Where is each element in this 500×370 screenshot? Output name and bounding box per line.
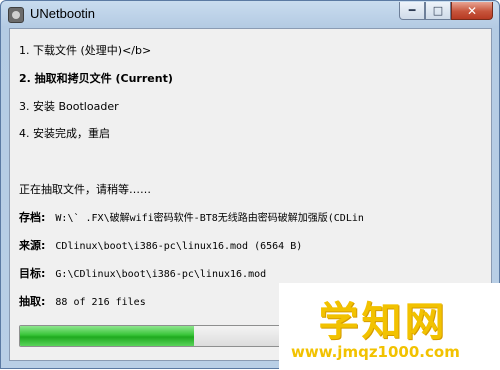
progress-fill — [20, 326, 194, 346]
maximize-button[interactable]: □ — [425, 2, 451, 20]
status-text: 正在抽取文件，请稍等…… — [19, 183, 151, 196]
step-install-bootloader: 3. 安装 Bootloader — [19, 100, 119, 113]
target-label: 目标: — [19, 267, 46, 280]
site-watermark: 学知网 www.jmqz1000.com — [279, 283, 500, 370]
watermark-logo-text: 学知网 — [318, 299, 448, 345]
unetbootin-app-icon — [8, 7, 24, 23]
archive-label: 存档: — [19, 211, 46, 224]
archive-value: W:\` .FX\破解wifi密码软件-BT8无线路由密码破解加强版(CDLin — [55, 213, 364, 224]
extract-label: 抽取: — [19, 295, 46, 308]
target-row: 目标: G:\CDlinux\boot\i386-pc\linux16.mod — [19, 265, 266, 281]
watermark-url: www.jmqz1000.com — [291, 343, 460, 361]
maximize-icon: □ — [432, 4, 444, 17]
close-button[interactable]: ✕ — [451, 2, 493, 20]
source-row: 来源: CDlinux\boot\i386-pc\linux16.mod (656… — [19, 237, 302, 253]
extract-count-row: 抽取: 88 of 216 files — [19, 293, 146, 309]
archive-row: 存档: W:\` .FX\破解wifi密码软件-BT8无线路由密码破解加强版(CD… — [19, 209, 364, 225]
source-label: 来源: — [19, 239, 46, 252]
close-icon: ✕ — [466, 3, 478, 18]
minimize-button[interactable]: ━ — [399, 2, 425, 20]
step-download: 1. 下载文件 (处理中)</b> — [19, 44, 152, 57]
unetbootin-window: UNetbootin ━ □ ✕ 1. 下载文件 (处理中)</b> 2. 抽取… — [0, 0, 500, 370]
minimize-icon: ━ — [408, 4, 416, 17]
window-title: UNetbootin — [30, 6, 96, 21]
step-extract-copy: 2. 抽取和拷贝文件 (Current) — [19, 72, 173, 85]
source-value: CDlinux\boot\i386-pc\linux16.mod (6564 B… — [55, 241, 303, 252]
caption-buttons: ━ □ ✕ — [399, 2, 493, 20]
target-value: G:\CDlinux\boot\i386-pc\linux16.mod — [55, 269, 267, 280]
title-bar[interactable]: UNetbootin ━ □ ✕ — [1, 1, 499, 28]
step-complete-reboot: 4. 安装完成，重启 — [19, 127, 110, 140]
extract-count-value: 88 of 216 files — [55, 297, 146, 308]
